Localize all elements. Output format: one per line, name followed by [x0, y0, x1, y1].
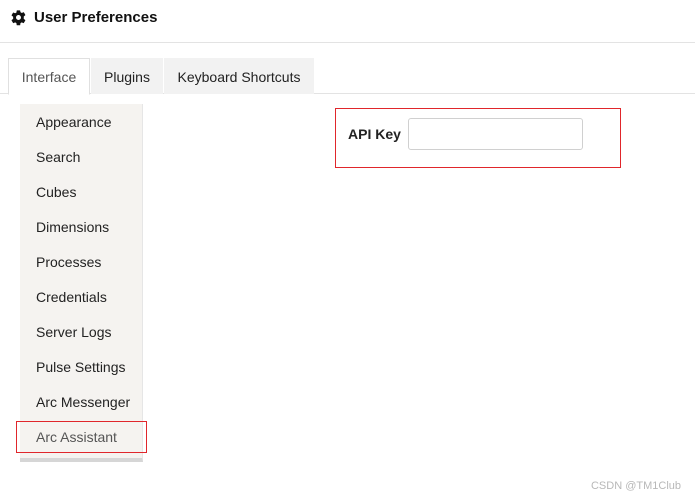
- api-key-label: API Key: [348, 126, 401, 142]
- api-key-input[interactable]: [408, 118, 583, 150]
- watermark: CSDN @TM1Club: [590, 480, 681, 492]
- sidebar-item-processes[interactable]: Processes: [36, 254, 101, 270]
- sidebar-item-credentials[interactable]: Credentials: [36, 289, 107, 305]
- tab-bar: Interface Plugins Keyboard Shortcuts: [0, 58, 695, 95]
- highlight-box-arc-assistant: [16, 421, 147, 453]
- gear-icon: [11, 10, 26, 26]
- sidebar-item-arc-messenger[interactable]: Arc Messenger: [36, 394, 130, 410]
- sidebar-item-cubes[interactable]: Cubes: [36, 184, 76, 200]
- page-title: User Preferences: [34, 9, 158, 26]
- tab-plugins[interactable]: Plugins: [91, 58, 163, 94]
- sidebar-item-pulse-settings[interactable]: Pulse Settings: [36, 359, 126, 375]
- sidebar-item-appearance[interactable]: Appearance: [36, 114, 112, 130]
- header: User Preferences: [0, 0, 695, 43]
- sidebar-item-dimensions[interactable]: Dimensions: [36, 219, 109, 235]
- sidebar-item-search[interactable]: Search: [36, 149, 80, 165]
- tab-interface[interactable]: Interface: [8, 58, 90, 95]
- tab-keyboard-shortcuts[interactable]: Keyboard Shortcuts: [164, 58, 314, 94]
- sidebar-item-server-logs[interactable]: Server Logs: [36, 324, 111, 340]
- sidebar: Appearance Search Cubes Dimensions Proce…: [20, 104, 143, 462]
